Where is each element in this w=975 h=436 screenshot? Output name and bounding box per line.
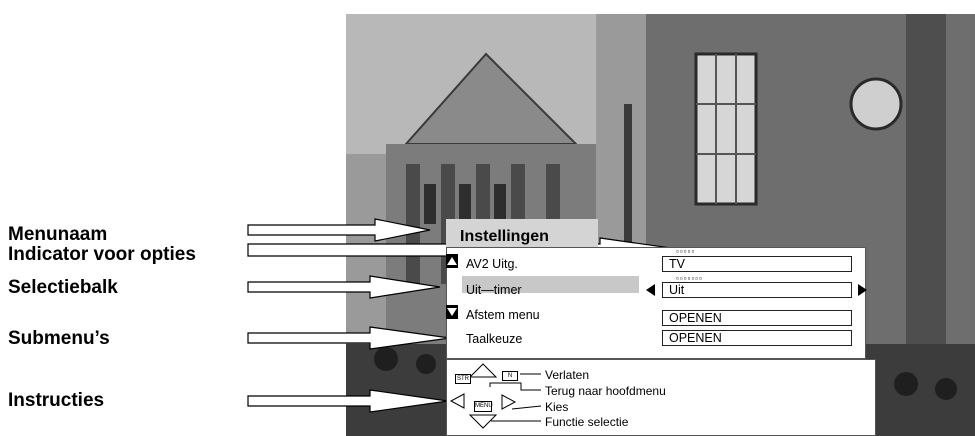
- instr-functie: Functie selectie: [545, 415, 629, 429]
- left-icon: [449, 393, 465, 409]
- row-label-taalkeuze[interactable]: Taalkeuze: [466, 332, 522, 346]
- instr-terug: Terug naar hoofdmenu: [545, 384, 666, 398]
- row-label-afstem[interactable]: Afstem menu: [466, 308, 540, 322]
- str-key-icon: STR: [455, 374, 471, 384]
- row-label-av2[interactable]: AV2 Uitg.: [466, 257, 518, 271]
- instr-verlaten: Verlaten: [545, 368, 590, 382]
- row-label-uit-timer[interactable]: Uit—timer: [466, 283, 522, 297]
- option-indicator: ▫▫▫▫▫: [676, 247, 696, 256]
- scroll-down-icon[interactable]: [446, 305, 458, 319]
- n-key-icon: N: [502, 371, 518, 381]
- value-afstem[interactable]: OPENEN: [662, 310, 852, 326]
- scroll-up-icon[interactable]: [446, 254, 458, 268]
- arrow-right-icon[interactable]: [856, 283, 868, 297]
- menu-key-icon: MENU: [474, 401, 493, 412]
- instr-kies: Kies: [545, 400, 569, 414]
- value-uit-timer[interactable]: Uit: [662, 282, 852, 298]
- menu-title: Instellingen: [446, 219, 598, 247]
- value-av2[interactable]: TV: [662, 256, 852, 272]
- up-icon: [468, 363, 498, 378]
- value-taalkeuze[interactable]: OPENEN: [662, 330, 852, 346]
- arrow-left-icon[interactable]: [645, 283, 657, 297]
- right-icon: [501, 394, 517, 410]
